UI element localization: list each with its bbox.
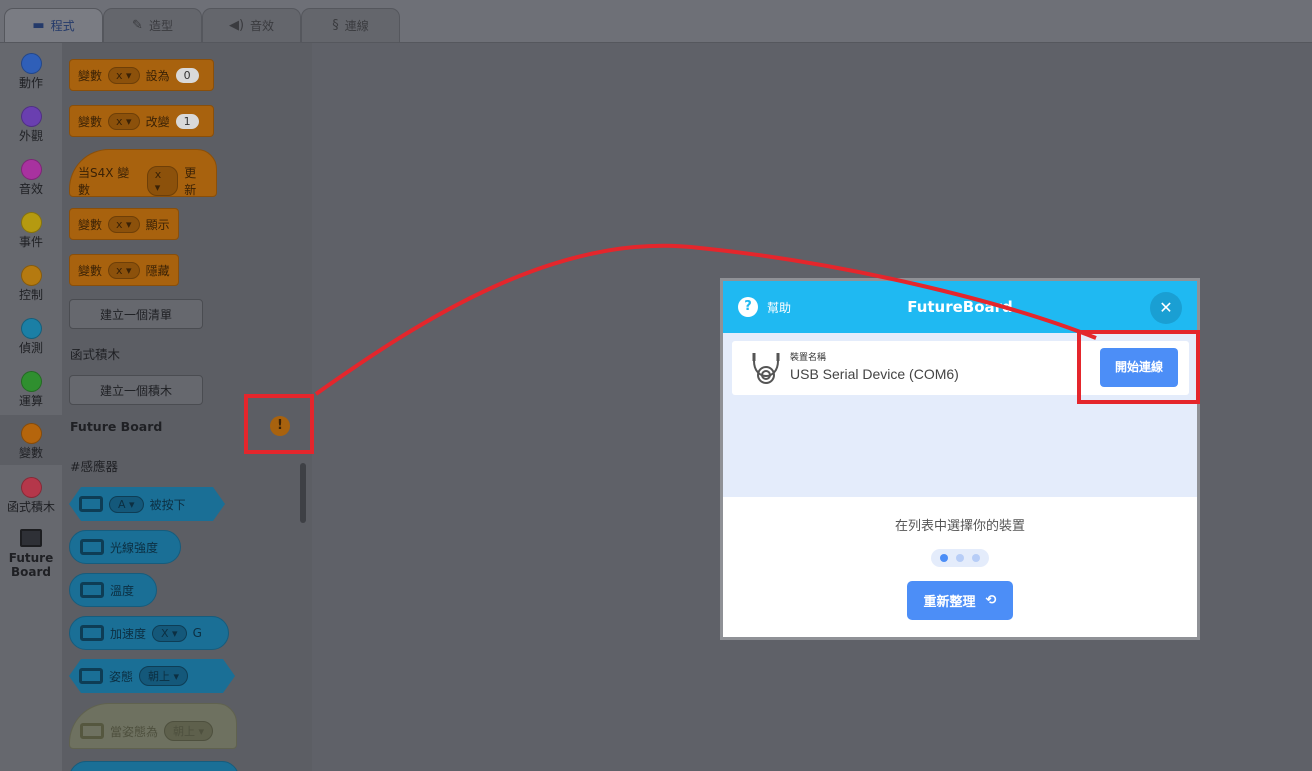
variable-dropdown[interactable]: x ▾ <box>108 215 140 233</box>
dot-icon <box>940 554 948 562</box>
change-variable-block[interactable]: 變數 x ▾ 改變 1 <box>69 105 214 137</box>
dot-icon <box>972 554 980 562</box>
scanning-dots <box>931 549 989 567</box>
control-dot-icon <box>20 265 42 286</box>
code-icon: ▬ <box>32 18 45 33</box>
dot-icon <box>956 554 964 562</box>
key-dropdown[interactable]: A ▾ <box>109 496 144 513</box>
pose-block[interactable]: 姿態 朝上 ▾ <box>69 659 235 693</box>
variable-dropdown[interactable]: x ▾ <box>146 166 179 196</box>
category-operators[interactable]: 運算 <box>0 365 62 415</box>
tv-icon <box>80 625 104 641</box>
pose-dropdown[interactable]: 朝上 ▾ <box>139 666 188 686</box>
future-board-heading: Future Board <box>70 419 163 434</box>
category-sound[interactable]: 音效 <box>0 153 62 203</box>
sensing-dot-icon <box>20 318 42 339</box>
events-dot-icon <box>20 212 42 233</box>
when-pose-block[interactable]: 當姿態為 朝上 ▾ <box>69 703 237 749</box>
motion-dot-icon <box>20 53 42 74</box>
variables-dot-icon <box>20 423 42 444</box>
light-level-block[interactable]: 光線強度 <box>69 530 181 564</box>
acceleration-block[interactable]: 加速度 X ▾ G <box>69 616 229 650</box>
category-control[interactable]: 控制 <box>0 259 62 309</box>
tv-icon <box>80 539 104 555</box>
choose-device-text: 在列表中選擇你的裝置 <box>894 519 1025 534</box>
category-events[interactable]: 事件 <box>0 206 62 256</box>
tab-bar: ▬ 程式 ✎ 造型 ◀) 音效 § 連線 <box>0 0 1312 43</box>
category-menu: 動作 外觀 音效 事件 控制 偵測 運算 變數 函式積木 Future Boar… <box>0 43 63 771</box>
set-variable-block[interactable]: 變數 x ▾ 設為 0 <box>69 59 214 91</box>
variable-dropdown[interactable]: x ▾ <box>108 66 140 84</box>
operators-dot-icon <box>20 371 42 392</box>
sensor-heading: #感應器 <box>70 459 118 474</box>
tv-icon <box>79 496 103 512</box>
tv-icon <box>80 723 104 739</box>
when-variable-updated-block[interactable]: 当S4X 變數 x ▾ 更新 <box>69 149 217 197</box>
sound-dot-icon <box>20 159 42 180</box>
show-variable-block[interactable]: 變數 x ▾ 顯示 <box>69 208 179 240</box>
warning-icon[interactable]: ! <box>270 416 290 436</box>
connection-icon: § <box>332 18 339 33</box>
looks-dot-icon <box>20 106 42 127</box>
tv-icon <box>80 582 104 598</box>
hide-variable-block[interactable]: 變數 x ▾ 隱藏 <box>69 254 179 286</box>
category-sensing[interactable]: 偵測 <box>0 312 62 362</box>
pose-dropdown[interactable]: 朝上 ▾ <box>164 721 214 741</box>
tv-icon <box>79 668 103 684</box>
tab-costumes[interactable]: ✎ 造型 <box>103 8 202 42</box>
brush-icon: ✎ <box>132 18 143 33</box>
make-block-button[interactable]: 建立一個積木 <box>69 375 203 405</box>
variable-dropdown[interactable]: x ▾ <box>108 261 140 279</box>
my-blocks-dot-icon <box>20 477 42 498</box>
speaker-icon: ◀) <box>228 18 245 33</box>
palette-scrollbar[interactable] <box>300 463 306 523</box>
button-pressed-block[interactable]: A ▾ 被按下 <box>69 487 225 521</box>
sensor-block[interactable] <box>69 761 239 771</box>
board-icon <box>20 529 42 547</box>
category-my-blocks[interactable]: 函式積木 <box>0 471 62 521</box>
device-name-label: 裝置名稱 <box>790 353 827 363</box>
refresh-icon: ⟲ <box>985 593 997 608</box>
category-future-board[interactable]: Future Board <box>0 521 62 591</box>
modal-header: ? 幫助 FutureBoard ✕ <box>723 281 1197 333</box>
tab-sounds[interactable]: ◀) 音效 <box>202 8 301 42</box>
modal-title: FutureBoard <box>907 298 1013 316</box>
my-blocks-heading: 函式積木 <box>70 347 121 362</box>
temperature-block[interactable]: 溫度 <box>69 573 157 607</box>
refresh-button[interactable]: 重新整理 ⟲ <box>907 581 1013 620</box>
category-looks[interactable]: 外觀 <box>0 100 62 150</box>
axis-dropdown[interactable]: X ▾ <box>152 624 187 642</box>
tab-connection[interactable]: § 連線 <box>301 8 400 42</box>
usb-cable-icon <box>752 353 780 384</box>
close-icon[interactable]: ✕ <box>1150 292 1182 324</box>
device-name: USB Serial Device (COM6) <box>790 366 959 382</box>
variable-dropdown[interactable]: x ▾ <box>108 112 140 130</box>
make-list-button[interactable]: 建立一個清單 <box>69 299 203 329</box>
category-variables[interactable]: 變數 <box>0 415 62 465</box>
connect-highlight-box <box>1077 330 1200 404</box>
tab-code[interactable]: ▬ 程式 <box>4 8 103 42</box>
category-motion[interactable]: 動作 <box>0 47 62 97</box>
